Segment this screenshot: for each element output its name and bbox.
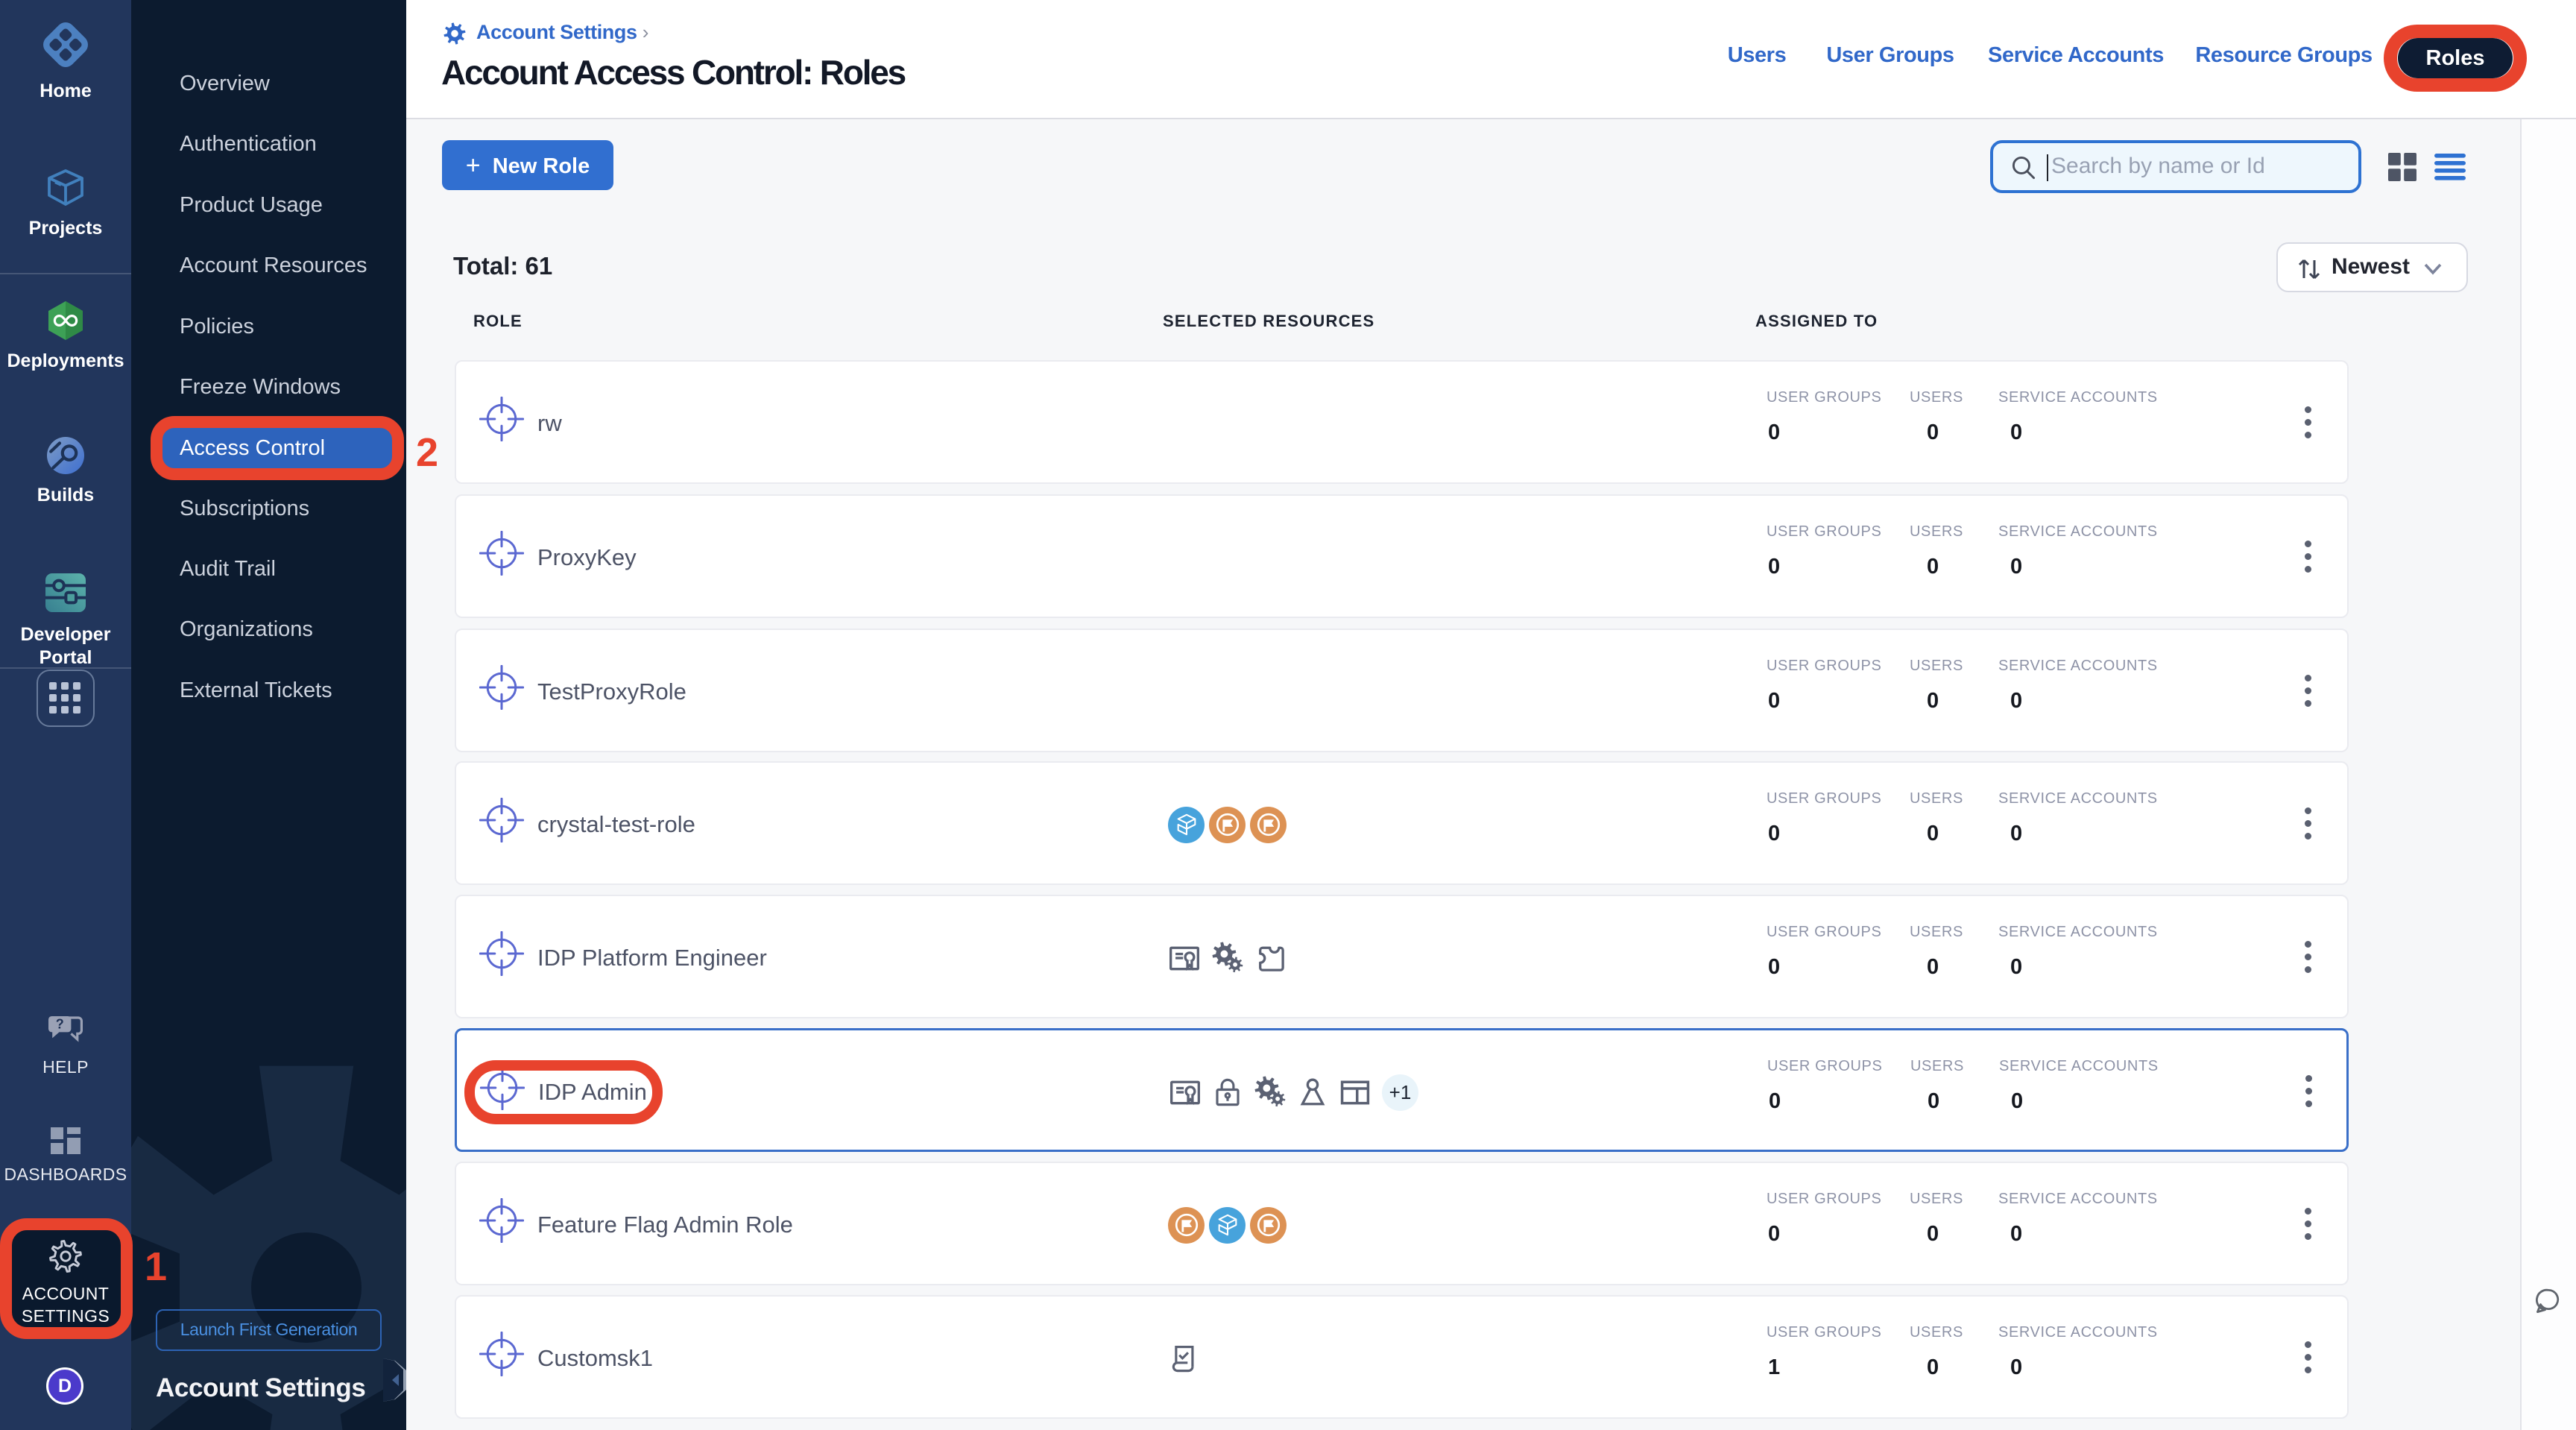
svg-text:?: ? <box>56 1017 64 1032</box>
